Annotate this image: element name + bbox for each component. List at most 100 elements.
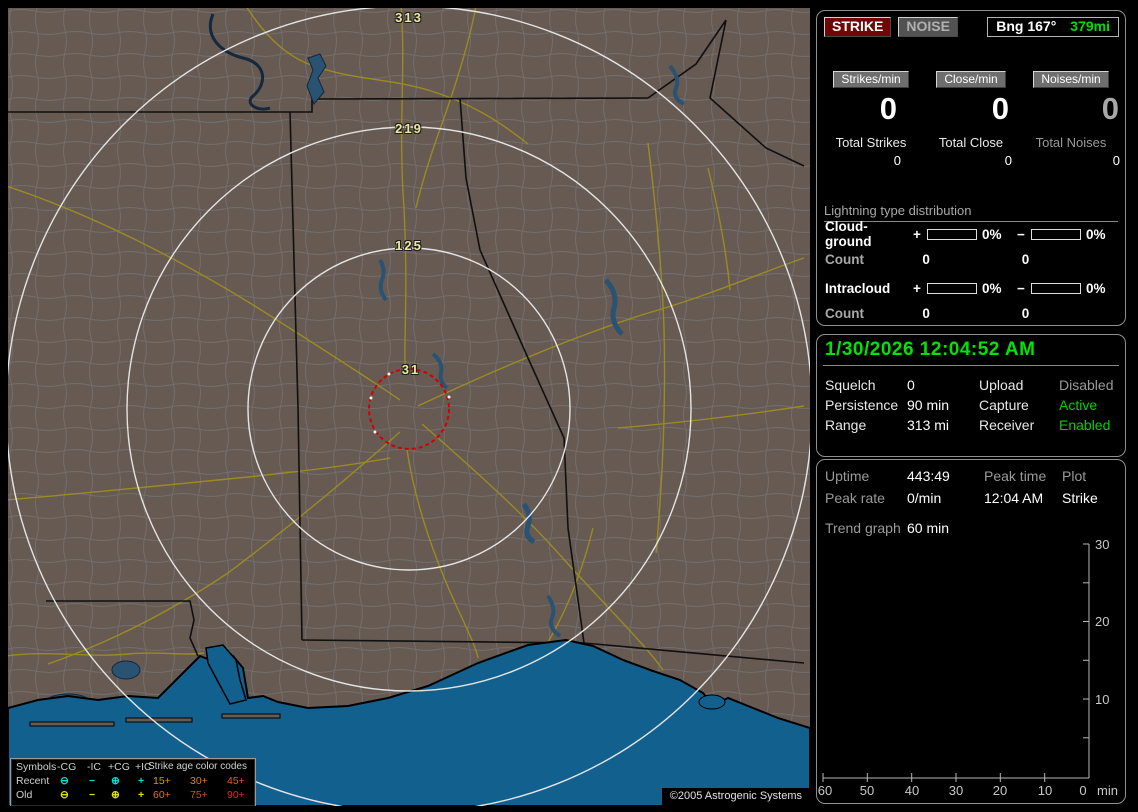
- status-row: Persistence 90 min Capture Active: [825, 395, 1121, 415]
- ic-minus-pct: 0%: [1086, 280, 1106, 296]
- capture-status: Active: [1059, 397, 1098, 413]
- x-axis-tick-label: 0: [1079, 783, 1086, 798]
- plot-value: Strike: [1062, 490, 1098, 506]
- range-ring-label: 313: [395, 10, 423, 25]
- ic-minus-count: 0: [1021, 305, 1030, 321]
- trend-panel: Uptime 443:49 Peak time Plot Peak rate 0…: [816, 459, 1126, 804]
- legend-col-pos-cg: +CG: [108, 761, 130, 773]
- age-code-15: 15+: [153, 775, 171, 787]
- total-close-value: 0: [1004, 153, 1012, 168]
- x-axis-tick-label: 20: [993, 783, 1007, 798]
- total-strikes-value: 0: [893, 153, 901, 168]
- legend-recent-label: Recent: [16, 775, 50, 787]
- legend-col-neg-cg: -CG: [57, 761, 77, 773]
- old-neg-cg-icon: ⊖: [60, 789, 69, 801]
- distance-value: 379mi: [1070, 18, 1110, 34]
- radar-map[interactable]: 313 219 125 31 Symbols -CG -IC +CG +IC S…: [8, 8, 810, 806]
- total-noises-label: Total Noises: [1035, 135, 1107, 150]
- ic-plus-count: 0: [922, 305, 930, 321]
- age-code-30: 30+: [190, 775, 208, 787]
- bearing-readout: Bng 167° 379mi: [987, 17, 1119, 37]
- bearing-value: Bng 167°: [996, 18, 1057, 34]
- minus-sign: −: [1017, 280, 1025, 296]
- totals-values-row: 0 0 0: [821, 153, 1121, 168]
- range-ring-label: 125: [395, 238, 423, 253]
- x-axis-tick-label: 40: [905, 783, 919, 798]
- legend-old-label: Old: [16, 789, 33, 801]
- age-code-75: 75+: [190, 789, 208, 801]
- cg-plus-bar: [927, 228, 977, 240]
- x-axis-tick-label: 60: [818, 783, 832, 798]
- upload-status: Disabled: [1059, 377, 1114, 393]
- recent-neg-ic-icon: −: [89, 775, 96, 787]
- x-axis-unit-label: min: [1097, 783, 1118, 798]
- plus-sign: +: [913, 226, 921, 242]
- noise-mode-button[interactable]: NOISE: [898, 17, 958, 37]
- cloud-ground-label: Cloud-ground: [825, 219, 872, 249]
- peak-time-label: Peak time: [984, 468, 1047, 484]
- total-close-label: Total Close: [938, 135, 1004, 150]
- age-code-60: 60+: [153, 789, 171, 801]
- old-pos-cg-icon: ⊕: [111, 789, 120, 801]
- rate-buttons-row: Strikes/min Close/min Noises/min: [821, 71, 1121, 88]
- peak-rate-value: 0/min: [907, 490, 942, 506]
- cloud-ground-count-row: Count 0 0: [825, 250, 1121, 268]
- status-panel: 1/30/2026 12:04:52 AM Squelch 0 Upload D…: [816, 334, 1126, 457]
- status-row: Range 313 mi Receiver Enabled: [825, 415, 1121, 435]
- persistence-label: Persistence: [825, 397, 899, 413]
- recent-pos-cg-icon: ⊕: [111, 775, 120, 787]
- y-axis-tick-label: 30: [1095, 537, 1109, 552]
- range-value: 313 mi: [907, 417, 950, 433]
- peak-rate-row: Peak rate 0/min 12:04 AM Strike: [825, 487, 1121, 509]
- plus-sign: +: [913, 280, 921, 296]
- close-per-min-button[interactable]: Close/min: [936, 71, 1006, 88]
- range-ring-label: 31: [401, 362, 421, 377]
- uptime-value: 443:49: [907, 468, 950, 484]
- symbols-legend: Symbols -CG -IC +CG +IC Strike age color…: [10, 758, 256, 806]
- strikes-per-min-value: 0: [879, 91, 897, 126]
- strikes-per-min-button[interactable]: Strikes/min: [833, 71, 909, 88]
- counters-panel: STRIKE NOISE Bng 167° 379mi Strikes/min …: [816, 10, 1126, 326]
- noises-per-min-value: 0: [1101, 91, 1119, 126]
- x-axis-tick-label: 50: [860, 783, 874, 798]
- strike-mode-button[interactable]: STRIKE: [824, 17, 892, 37]
- old-neg-ic-icon: −: [89, 789, 96, 801]
- plot-label: Plot: [1062, 468, 1087, 484]
- cg-minus-bar: [1031, 228, 1081, 240]
- ic-plus-bar: [927, 282, 977, 294]
- copyright-notice: ©2005 Astrogenic Systems: [661, 788, 810, 805]
- intracloud-label: Intracloud: [825, 280, 891, 296]
- cloud-ground-row: Cloud-ground + 0% − 0%: [825, 219, 1121, 249]
- upload-label: Upload: [979, 377, 1024, 393]
- count-label: Count: [825, 251, 864, 267]
- minus-sign: −: [1017, 226, 1025, 242]
- mode-toolbar: STRIKE NOISE Bng 167° 379mi: [824, 17, 1119, 39]
- total-strikes-label: Total Strikes: [835, 135, 907, 150]
- x-axis-tick-label: 30: [949, 783, 963, 798]
- cg-minus-pct: 0%: [1086, 226, 1106, 242]
- status-row: Squelch 0 Upload Disabled: [825, 375, 1121, 395]
- trend-graph-row: Trend graph 60 min: [825, 517, 1121, 539]
- range-ring-label: 219: [395, 121, 423, 136]
- nexstorm-app: { "map": { "ring_labels": ["313", "219",…: [0, 0, 1138, 812]
- uptime-row: Uptime 443:49 Peak time Plot: [825, 465, 1121, 487]
- age-code-90: 90+: [227, 789, 245, 801]
- squelch-value: 0: [907, 377, 915, 393]
- receiver-label: Receiver: [979, 417, 1035, 433]
- trend-window-value: 60 min: [907, 520, 950, 536]
- recent-pos-ic-icon: +: [138, 775, 145, 787]
- peak-rate-label: Peak rate: [825, 490, 885, 506]
- legend-col-neg-ic: -IC: [87, 761, 101, 773]
- age-code-45: 45+: [227, 775, 245, 787]
- receiver-status: Enabled: [1059, 417, 1111, 433]
- count-label: Count: [825, 305, 864, 321]
- x-axis-tick-label: 10: [1038, 783, 1052, 798]
- cg-plus-count: 0: [922, 251, 930, 267]
- noises-per-min-button[interactable]: Noises/min: [1033, 71, 1109, 88]
- legend-symbols-header: Symbols: [16, 761, 57, 773]
- rate-values-row: 0 0 0: [821, 93, 1121, 125]
- intracloud-count-row: Count 0 0: [825, 304, 1121, 322]
- legend-age-header: Strike age color codes: [148, 761, 247, 772]
- total-noises-value: 0: [1112, 153, 1120, 168]
- totals-labels-row: Total Strikes Total Close Total Noises: [821, 135, 1121, 150]
